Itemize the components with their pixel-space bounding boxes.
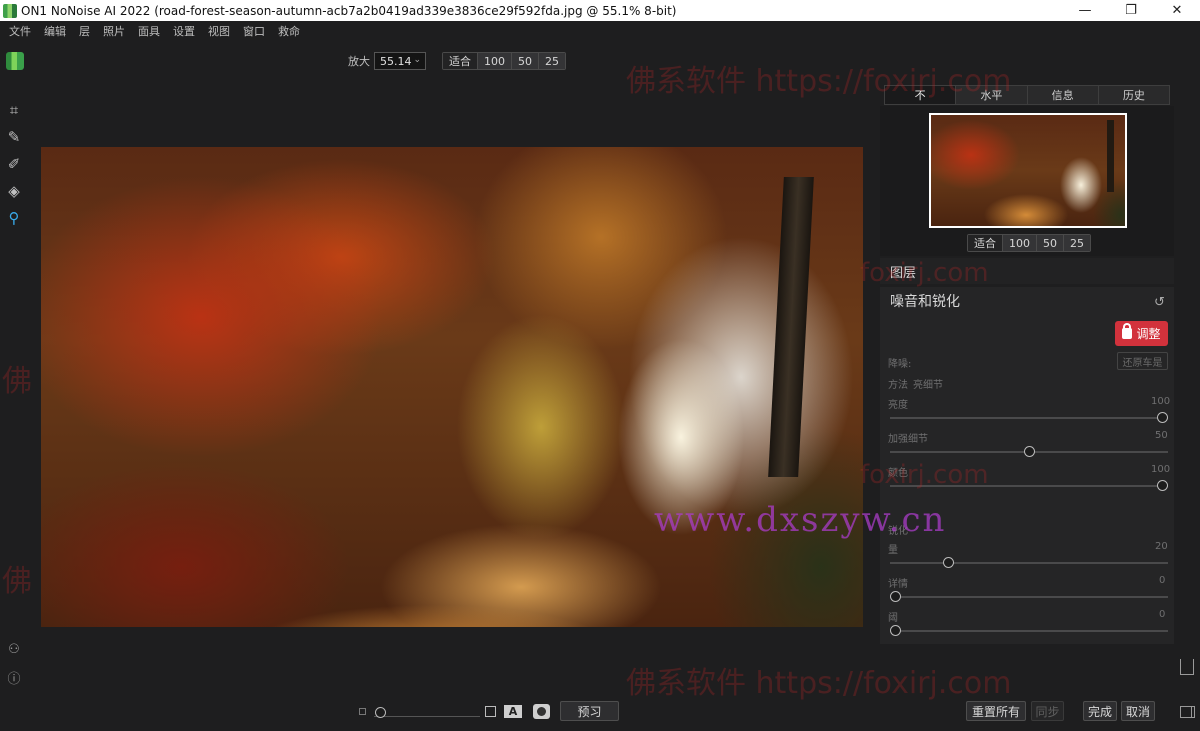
menu-bar: 文件 编辑 层 照片 面具 设置 视图 窗口 救命 [0,21,1200,41]
slider-thumb[interactable] [943,557,955,568]
adjust-button[interactable]: 调整 [1115,321,1168,346]
slider-label-luminance: 亮度 [888,400,908,411]
slider-value-threshold: 0 [1159,609,1166,620]
slider-thumb[interactable] [1157,412,1168,423]
denoise-label: 降噪: [888,359,912,370]
slider-value-color: 100 [1151,464,1171,475]
slider-label-amount: 量 [888,545,898,556]
minimize-button[interactable]: — [1062,0,1108,21]
preview-button[interactable]: 预习 [560,701,619,721]
slider-value-details: 0 [1159,575,1166,586]
retouch-icon[interactable]: ◈ [0,177,28,204]
menu-settings[interactable]: 设置 [173,23,195,39]
window-title: ON1 NoNoise AI 2022 (road-forest-season-… [21,3,677,18]
zoom-bar: 放大 55.14 ⌄ 适合 100 50 25 [348,52,566,70]
watermark-mid2: foxirj.com [860,460,989,490]
tab-info[interactable]: 信息 [1027,86,1099,104]
help-icon[interactable]: ⓘ [0,665,28,689]
nav-fit-button[interactable]: 适合 [968,235,1003,251]
details-slider[interactable] [890,591,1168,603]
zoom-label: 放大 [348,55,370,68]
luminance-slider[interactable] [890,412,1168,424]
export-icon[interactable] [1180,659,1194,675]
menu-edit[interactable]: 编辑 [44,23,66,39]
slider-value-detail: 50 [1155,430,1168,441]
menu-mask[interactable]: 面具 [138,23,160,39]
watermark-site: www.dxszyw.cn [654,500,947,540]
navigator-zoom-presets: 适合 100 50 25 [967,234,1091,252]
zoom-25-button[interactable]: 25 [539,53,565,69]
reset-icon[interactable]: ↺ [1154,295,1165,310]
brush-erase-icon[interactable]: ✐ [0,150,28,177]
on1-logo-icon [6,52,24,70]
slider-label-detail: 加强细节 [888,434,928,445]
nav-100-button[interactable]: 100 [1003,235,1037,251]
left-toolbar: ⌗ ✎ ✐ ◈ ⚲ [0,96,28,231]
close-button[interactable]: ✕ [1154,0,1200,21]
zoom-100-button[interactable]: 100 [478,53,512,69]
nav-25-button[interactable]: 25 [1064,235,1090,251]
slider-label-details: 详情 [888,579,908,590]
menu-window[interactable]: 窗口 [243,23,265,39]
lock-icon [1122,323,1133,339]
panel-toggle-icon[interactable] [1180,706,1195,718]
detail-slider[interactable] [890,446,1168,458]
small-thumb-icon [359,708,366,715]
menu-photo[interactable]: 照片 [103,23,125,39]
slider-value-luminance: 100 [1151,396,1171,407]
navigator-thumbnail[interactable] [929,113,1127,228]
threshold-slider[interactable] [890,625,1168,637]
amount-slider[interactable] [890,557,1168,569]
maximize-button[interactable]: ❐ [1108,0,1154,21]
title-bar: ON1 NoNoise AI 2022 (road-forest-season-… [0,0,1200,21]
nav-50-button[interactable]: 50 [1037,235,1064,251]
overlay-a-button[interactable]: A [504,705,522,718]
slider-value-amount: 20 [1155,541,1168,552]
chevron-down-icon: ⌄ [413,55,421,65]
slider-thumb[interactable] [1023,446,1035,457]
tab-history[interactable]: 历史 [1098,86,1169,104]
slider-thumb[interactable] [890,625,901,636]
watermark-left: 佛 [2,364,32,399]
adjust-label: 调整 [1136,327,1161,341]
menu-view[interactable]: 视图 [208,23,230,39]
zoom-50-button[interactable]: 50 [512,53,539,69]
watermark-top: 佛系软件 https://foxirj.com [626,64,1012,99]
slider-thumb[interactable] [1157,480,1168,491]
crop-icon[interactable]: ⌗ [0,96,28,123]
menu-help[interactable]: 救命 [278,23,300,39]
watermark-bottom: 佛系软件 https://foxirj.com [626,666,1012,701]
reset-denoise-button[interactable]: 还原车是 [1117,352,1168,370]
watermark-mid: foxirj.com [860,258,989,288]
zoom-presets: 适合 100 50 25 [442,52,566,70]
brush-icon[interactable]: ✎ [0,123,28,150]
zoom-hand-icon[interactable]: ⚲ [0,204,28,231]
method-label: 方法 [888,380,908,391]
tree-trunk-shape [768,177,814,477]
slider-thumb[interactable] [890,591,901,602]
done-button[interactable]: 完成 [1083,701,1117,721]
method-value[interactable]: 亮细节 [913,376,943,391]
mask-view-button[interactable] [533,704,550,719]
menu-file[interactable]: 文件 [9,23,31,39]
photo-canvas[interactable] [41,147,863,627]
user-icon[interactable]: ⚇ [0,637,28,661]
section-title[interactable]: 噪音和锐化 [880,290,1174,312]
cancel-button[interactable]: 取消 [1121,701,1155,721]
zoom-fit-button[interactable]: 适合 [443,53,478,69]
app-logo-icon [3,3,17,18]
sync-button[interactable]: 同步 [1031,701,1064,721]
slider-label-threshold: 阈 [888,613,898,624]
zoom-select[interactable]: 55.14 ⌄ [374,52,426,70]
menu-layer[interactable]: 层 [79,23,90,39]
zoom-value: 55.14 [380,54,412,68]
thumb-size-track [374,716,480,717]
large-thumb-icon [485,706,496,717]
thumb-size-slider[interactable] [375,707,386,718]
reset-all-button[interactable]: 重置所有 [966,701,1026,721]
watermark-left2: 佛 [2,564,32,599]
